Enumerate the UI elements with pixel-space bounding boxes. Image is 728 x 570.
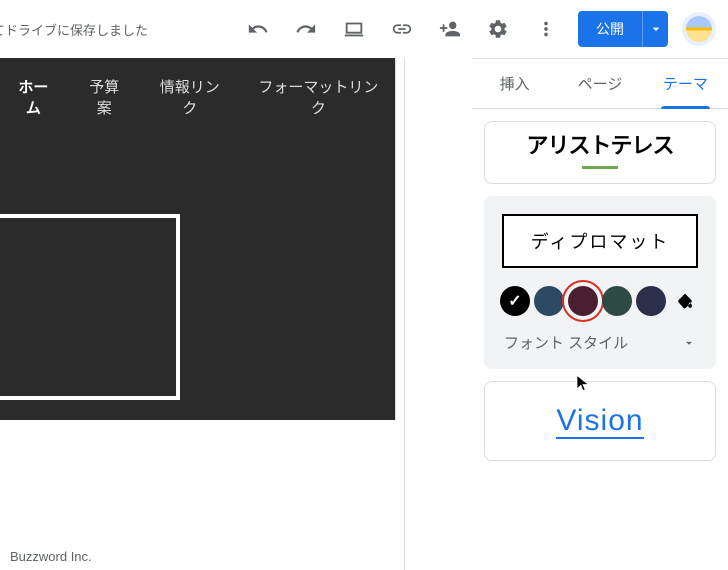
publish-button[interactable]: 公開 (578, 11, 642, 47)
avatar[interactable] (682, 12, 716, 46)
font-style-label: フォント スタイル (504, 332, 628, 353)
hero-box[interactable] (0, 214, 180, 400)
theme-name: Vision (556, 404, 643, 439)
undo-button[interactable] (234, 5, 282, 53)
theme-diplomat[interactable]: ディプロマット (502, 214, 698, 268)
color-swatch-1[interactable] (534, 286, 564, 316)
theme-name: ディプロマット (520, 228, 680, 254)
tab-themes[interactable]: テーマ (643, 59, 728, 108)
theme-diplomat-card: ディプロマット フォント スタイル (484, 196, 716, 369)
settings-button[interactable] (474, 5, 522, 53)
theme-vision[interactable]: Vision (484, 381, 716, 461)
tab-pages[interactable]: ページ (557, 59, 642, 108)
more-button[interactable] (522, 5, 570, 53)
site-page[interactable]: ホーム 予算案 情報リンク フォーマットリンク (0, 58, 396, 420)
color-swatch-3[interactable] (602, 286, 632, 316)
nav-info[interactable]: 情報リンク (154, 76, 226, 118)
canvas-area: ホーム 予算案 情報リンク フォーマットリンク Buzzword Inc. (0, 58, 404, 570)
tab-insert[interactable]: 挿入 (472, 59, 557, 108)
redo-button[interactable] (282, 5, 330, 53)
nav-budget[interactable]: 予算案 (83, 76, 126, 118)
publish-dropdown[interactable] (642, 11, 668, 47)
theme-aristoteles[interactable]: アリストテレス (484, 121, 716, 184)
save-status: てドライブに保存しました (0, 20, 148, 39)
custom-color-button[interactable] (670, 286, 700, 316)
nav-format[interactable]: フォーマットリンク (254, 76, 383, 118)
color-swatch-2[interactable] (568, 286, 598, 316)
share-button[interactable] (426, 5, 474, 53)
preview-button[interactable] (330, 5, 378, 53)
color-swatch-0[interactable] (500, 286, 530, 316)
color-swatch-4[interactable] (636, 286, 666, 316)
link-button[interactable] (378, 5, 426, 53)
nav-home[interactable]: ホーム (12, 76, 55, 118)
font-style-dropdown[interactable]: フォント スタイル (496, 326, 704, 359)
footer-text: Buzzword Inc. (10, 549, 92, 564)
theme-name: アリストテレス (485, 128, 715, 160)
